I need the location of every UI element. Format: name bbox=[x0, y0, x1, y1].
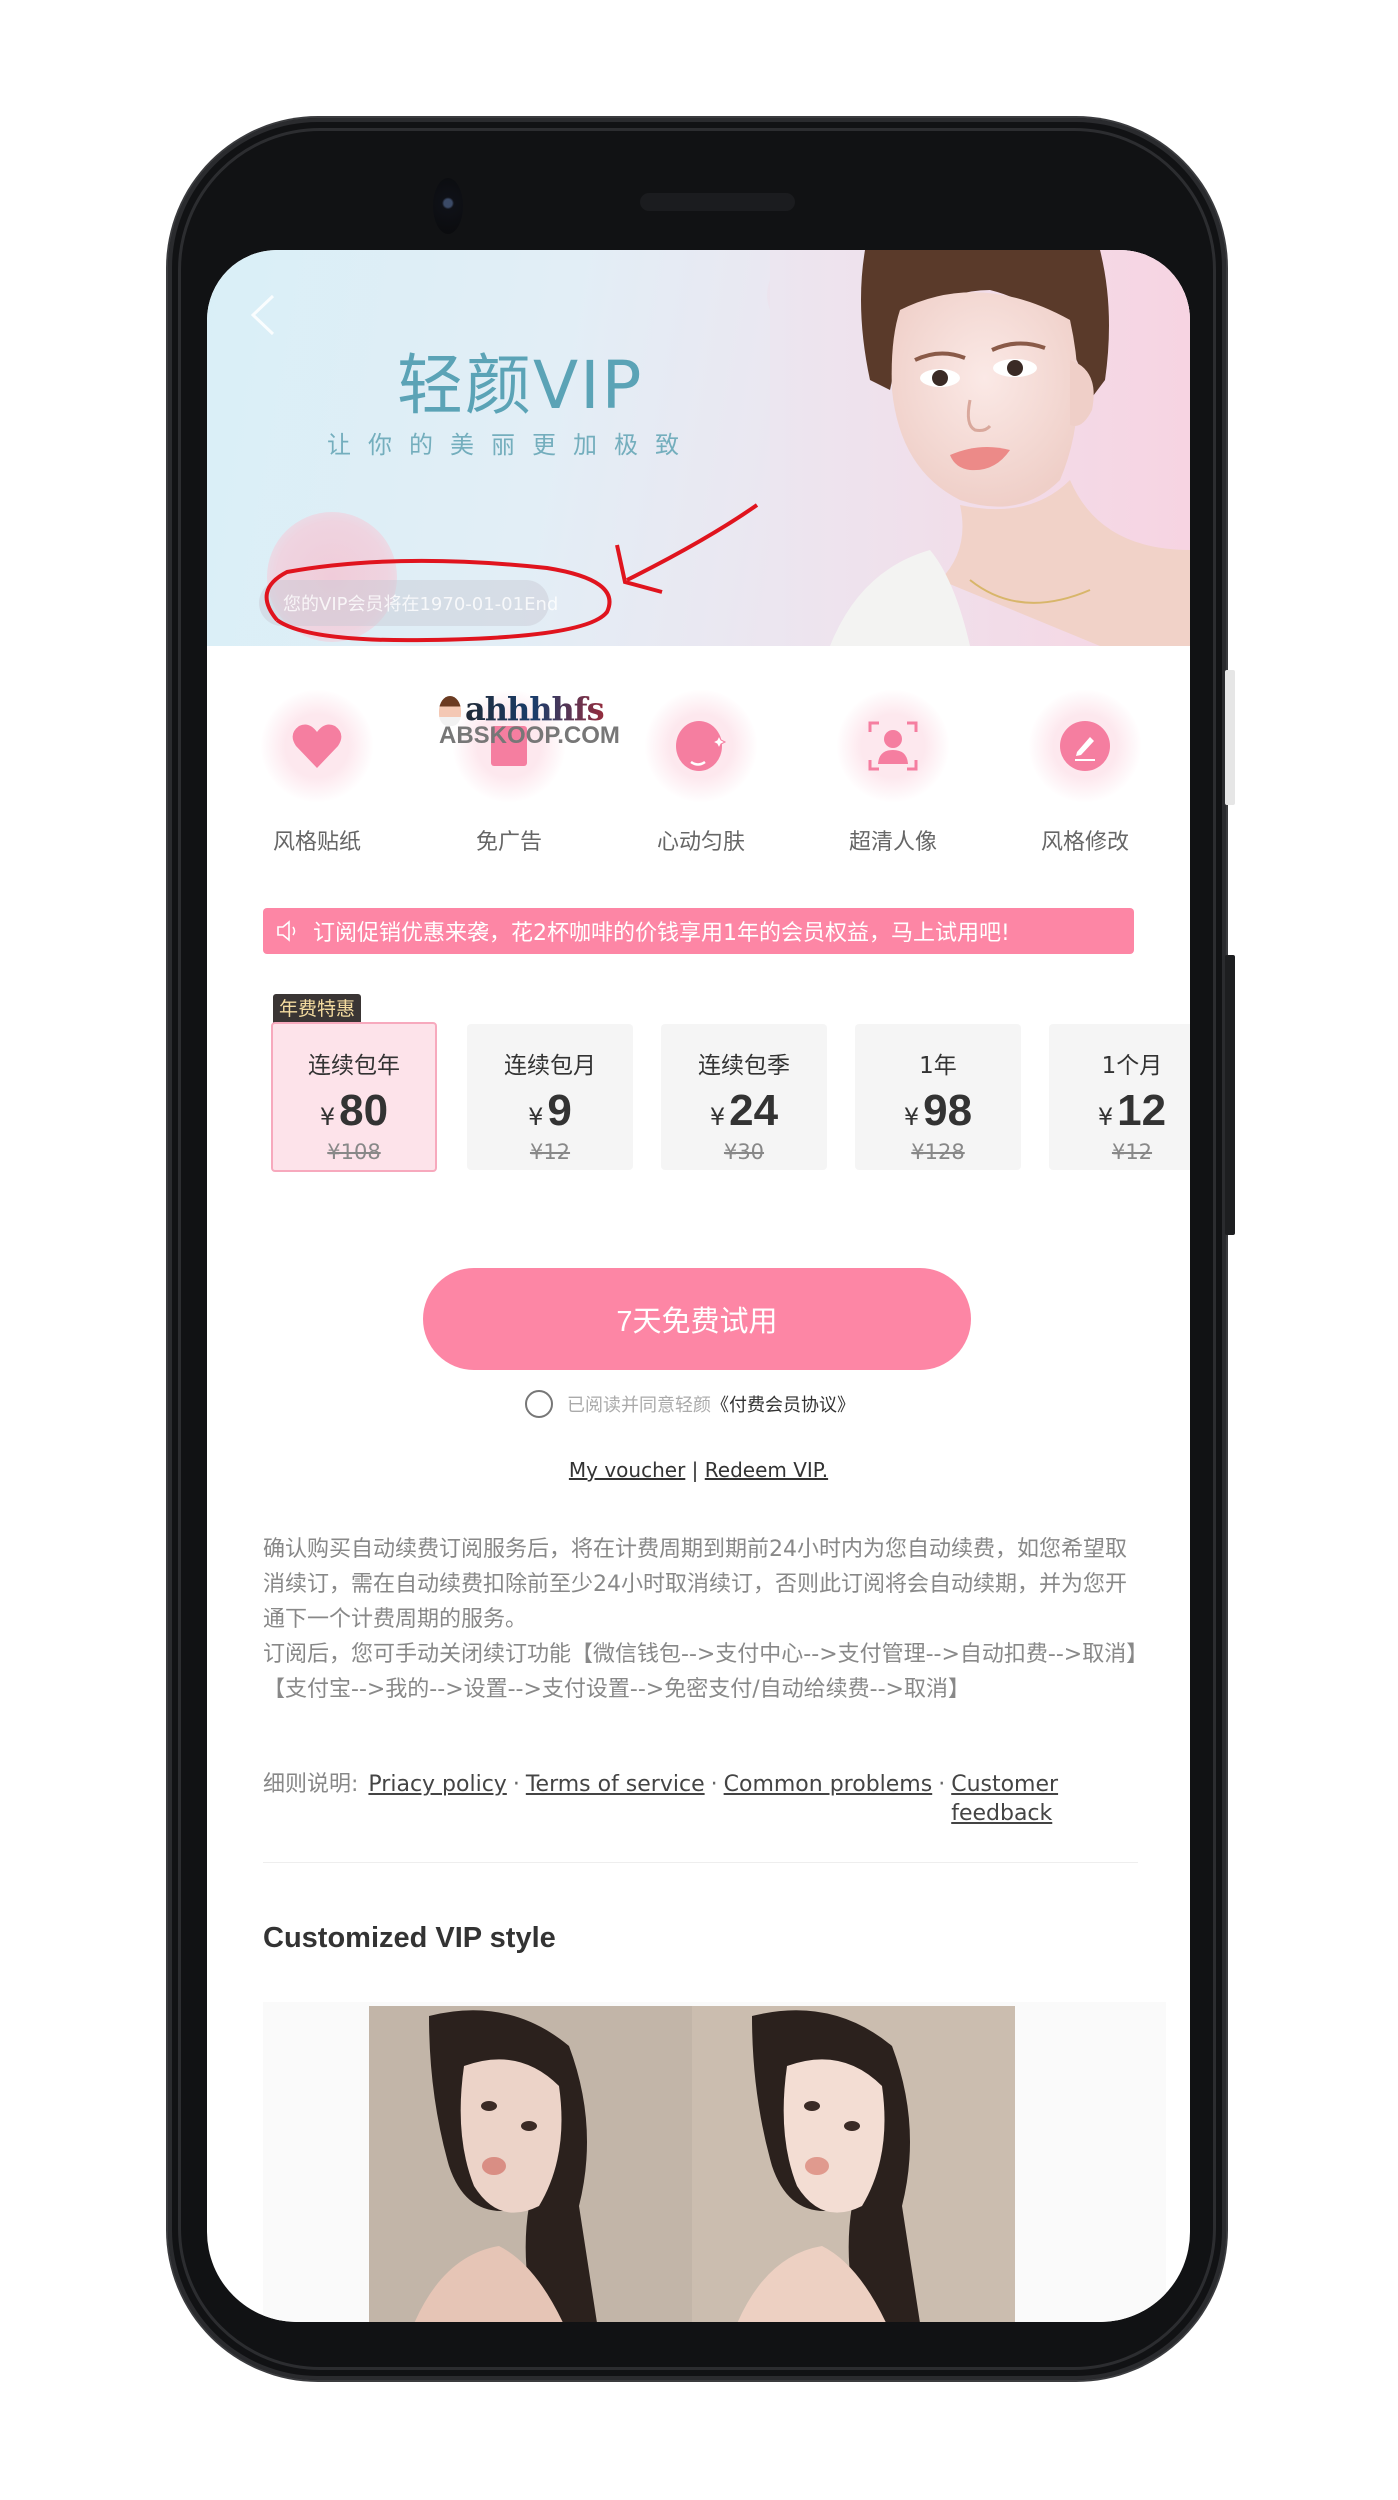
free-trial-button[interactable]: 7天免费试用 bbox=[423, 1268, 971, 1370]
annotation-arrow bbox=[615, 503, 759, 594]
style-comparison bbox=[263, 2002, 1166, 2322]
voucher-links: My voucher | Redeem VIP. bbox=[207, 1458, 1190, 1482]
terms-paragraph: 订阅后，您可手动关闭续订功能【微信钱包-->支付中心-->支付管理-->自动扣费… bbox=[263, 1642, 1138, 1702]
agreement-row: 已阅读并同意轻颜 《付费会员协议》 bbox=[525, 1390, 855, 1418]
front-camera bbox=[433, 178, 463, 234]
subscription-terms: 确认购买自动续费订阅服务后，将在计费周期到期前24小时内为您自动续费，如您希望取… bbox=[263, 1532, 1138, 1707]
plan-price: 80 bbox=[339, 1086, 389, 1135]
speaker-icon bbox=[277, 920, 296, 942]
common-problems-link[interactable]: Common problems bbox=[724, 1772, 933, 1797]
plan-name: 连续包年 bbox=[308, 1053, 400, 1079]
feature-label: 超清人像 bbox=[848, 830, 937, 855]
feature-label: 风格贴纸 bbox=[272, 830, 361, 855]
section-title: Customized VIP style bbox=[263, 1922, 556, 1954]
link-separator: | bbox=[691, 1458, 699, 1482]
currency-symbol: ¥ bbox=[1097, 1103, 1114, 1131]
link-dot: · bbox=[710, 1772, 718, 1797]
privacy-policy-link[interactable]: Priacy policy bbox=[368, 1772, 506, 1797]
before-after-image bbox=[369, 2006, 1015, 2322]
feature-smooth-skin[interactable]: 心动匀肤 bbox=[621, 690, 781, 856]
plan-quarterly-auto[interactable]: 连续包季 ¥24 ¥30 bbox=[661, 1024, 827, 1170]
plan-price: 9 bbox=[547, 1086, 572, 1135]
feature-label: 心动匀肤 bbox=[656, 830, 745, 855]
earpiece-speaker bbox=[640, 193, 795, 211]
currency-symbol: ¥ bbox=[709, 1103, 726, 1131]
plan-monthly-auto[interactable]: 连续包月 ¥9 ¥12 bbox=[467, 1024, 633, 1170]
no-ads-icon bbox=[491, 726, 527, 766]
app-screen: 轻颜VIP 让你的美丽更加极致 您的VIP会员将在1970-01-01End 风… bbox=[207, 250, 1190, 2322]
plan-one-year[interactable]: 1年 ¥98 ¥128 bbox=[855, 1024, 1021, 1170]
agreement-checkbox[interactable] bbox=[525, 1390, 553, 1418]
feature-style-edit[interactable]: 风格修改 bbox=[1005, 690, 1165, 856]
terms-of-service-link[interactable]: Terms of service bbox=[526, 1772, 705, 1797]
before-photo bbox=[369, 2006, 692, 2322]
vip-title: 轻颜VIP bbox=[397, 347, 644, 424]
promo-text: 订阅促销优惠来袭，花2杯咖啡的价钱享用1年的会员权益，马上试用吧! bbox=[313, 921, 1010, 946]
plan-name: 1个月 bbox=[1101, 1053, 1163, 1079]
volume-button bbox=[1225, 955, 1235, 1235]
plan-price: 24 bbox=[729, 1086, 779, 1135]
plan-one-month[interactable]: 1个月 ¥12 ¥12 bbox=[1049, 1024, 1190, 1170]
link-dot: · bbox=[938, 1772, 946, 1797]
terms-paragraph: 确认购买自动续费订阅服务后，将在计费周期到期前24小时内为您自动续费，如您希望取… bbox=[263, 1537, 1127, 1632]
feature-label: 免广告 bbox=[475, 830, 542, 855]
smooth-skin-icon bbox=[676, 721, 727, 771]
agreement-text: 已阅读并同意轻颜 bbox=[567, 1395, 711, 1416]
section-divider bbox=[263, 1862, 1138, 1863]
feature-label: 风格修改 bbox=[1040, 830, 1129, 855]
currency-symbol: ¥ bbox=[903, 1103, 920, 1131]
feature-style-stickers[interactable]: 风格贴纸 bbox=[237, 690, 397, 856]
feature-hd-portrait[interactable]: 超清人像 bbox=[813, 690, 973, 856]
portrait-scan-icon bbox=[868, 721, 918, 771]
plan-original-price: ¥108 bbox=[327, 1140, 381, 1164]
feature-no-ads[interactable]: 免广告 bbox=[429, 690, 589, 856]
plan-original-price: ¥12 bbox=[529, 1140, 571, 1164]
plan-name: 连续包月 bbox=[504, 1053, 596, 1079]
policy-links-label: 细则说明: bbox=[263, 1772, 359, 1797]
annual-deal-badge: 年费特惠 bbox=[273, 994, 362, 1024]
plan-options: 连续包年 ¥80 ¥108 连续包月 ¥9 ¥12 连续包季 ¥24 ¥30 1… bbox=[263, 1022, 1190, 1174]
customer-feedback-link[interactable]: Customer feedback bbox=[951, 1770, 1071, 1828]
vip-features-row: 风格贴纸 免广告 心动匀肤 超清人像 风格修改 bbox=[207, 690, 1190, 855]
power-button bbox=[1225, 670, 1235, 805]
vip-expiry-status: 您的VIP会员将在1970-01-01End bbox=[259, 580, 558, 626]
plan-name: 连续包季 bbox=[698, 1053, 790, 1079]
plan-original-price: ¥30 bbox=[723, 1140, 765, 1164]
plan-original-price: ¥128 bbox=[911, 1140, 965, 1164]
model-portrait-image bbox=[770, 250, 1190, 646]
redeem-vip-link[interactable]: Redeem VIP. bbox=[705, 1458, 828, 1482]
link-dot: · bbox=[512, 1772, 520, 1797]
promo-banner[interactable]: 订阅促销优惠来袭，花2杯咖啡的价钱享用1年的会员权益，马上试用吧! bbox=[263, 908, 1134, 954]
plan-name: 1年 bbox=[919, 1053, 957, 1079]
plan-price: 12 bbox=[1117, 1086, 1167, 1135]
edit-pencil-icon bbox=[1060, 721, 1110, 771]
heart-icon bbox=[292, 724, 342, 768]
my-voucher-link[interactable]: My voucher bbox=[569, 1458, 685, 1482]
currency-symbol: ¥ bbox=[319, 1103, 336, 1131]
plan-annual-auto[interactable]: 连续包年 ¥80 ¥108 bbox=[271, 1022, 437, 1172]
currency-symbol: ¥ bbox=[528, 1103, 544, 1131]
membership-agreement-link[interactable]: 《付费会员协议》 bbox=[711, 1391, 855, 1417]
chevron-left-icon[interactable] bbox=[245, 290, 281, 340]
vip-subtitle: 让你的美丽更加极致 bbox=[327, 431, 696, 459]
after-photo bbox=[692, 2006, 1015, 2322]
policy-links: 细则说明: Priacy policy · Terms of service · Com… bbox=[263, 1770, 1138, 1828]
plan-price: 98 bbox=[923, 1086, 973, 1135]
vip-hero-banner: 轻颜VIP 让你的美丽更加极致 您的VIP会员将在1970-01-01End bbox=[207, 250, 1190, 646]
plan-original-price: ¥12 bbox=[1111, 1140, 1153, 1164]
